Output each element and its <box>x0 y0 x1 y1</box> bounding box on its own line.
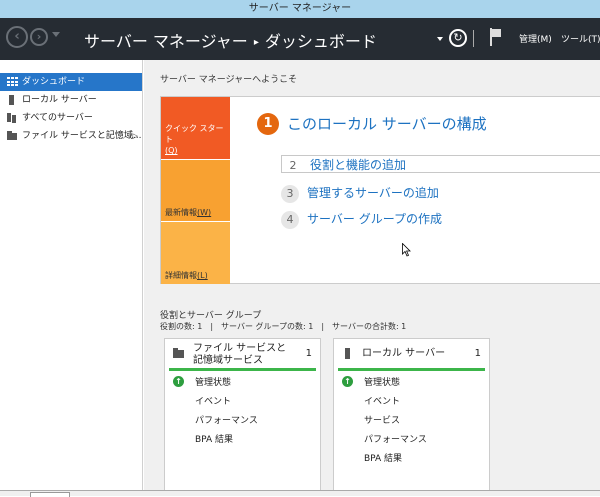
file-storage-icon <box>7 131 18 141</box>
sidebar-item-label: すべてのサーバー <box>22 113 93 123</box>
server-icon <box>342 348 354 359</box>
tile-whats-new-label: 最新情報 <box>165 208 197 217</box>
main-content: サーバー マネージャーへようこそ クイック スタート (Q) 最新情報(W) 詳細… <box>144 60 600 496</box>
forward-arrow-icon[interactable]: › <box>30 28 48 46</box>
tile-whats-new[interactable]: 最新情報(W) <box>161 160 230 221</box>
roles-summary: 役割の数: 1 | サーバー グループの数: 1 | サーバーの合計数: 1 <box>160 322 407 331</box>
card-row-events[interactable]: イベント <box>195 394 231 407</box>
history-dropdown-icon[interactable] <box>52 32 60 37</box>
sidebar-item-file-storage[interactable]: ファイル サービスと記憶域... ▷ <box>0 127 142 145</box>
breadcrumb-separator: ▸ <box>253 37 259 48</box>
step-number: 4 <box>281 211 299 229</box>
tile-learn-more-key: (L) <box>197 271 208 280</box>
step-label: 管理するサーバーの追加 <box>307 186 439 200</box>
tile-quick-start-key: (Q) <box>165 146 178 155</box>
step-number: 3 <box>281 185 299 203</box>
welcome-panel: クイック スタート (Q) 最新情報(W) 詳細情報(L) 1 このローカル サー… <box>160 96 600 284</box>
step-label: 役割と機能の追加 <box>310 158 407 172</box>
sidebar: ダッシュボード ローカル サーバー すべてのサーバー ファイル サービスと記憶域… <box>0 60 143 496</box>
step-label: サーバー グループの作成 <box>307 212 442 226</box>
all-servers-icon <box>7 113 18 123</box>
card-row-bpa[interactable]: BPA 結果 <box>364 451 402 464</box>
welcome-heading: サーバー マネージャーへようこそ <box>160 75 298 85</box>
taskbar-strip <box>0 490 600 497</box>
sidebar-item-label: ダッシュボード <box>22 77 86 87</box>
menu-manage[interactable]: 管理(M) <box>519 32 552 45</box>
expand-arrow-icon[interactable]: ▷ <box>133 127 138 145</box>
card-row-performance[interactable]: パフォーマンス <box>364 432 427 445</box>
add-roles-features-link[interactable]: 2 役割と機能の追加 <box>281 155 600 173</box>
configure-local-server-link[interactable]: このローカル サーバーの構成 <box>287 113 487 135</box>
refresh-icon[interactable]: ↻ <box>449 29 467 47</box>
card-title: ローカル サーバー <box>362 348 446 359</box>
breadcrumb-dropdown-icon[interactable] <box>437 37 443 41</box>
breadcrumb: サーバー マネージャー ▸ ダッシュボード <box>84 28 377 52</box>
sidebar-item-dashboard[interactable]: ダッシュボード <box>0 73 142 91</box>
card-row-manageability[interactable]: 管理状態 <box>364 375 400 388</box>
file-storage-icon <box>173 348 185 359</box>
card-count: 1 <box>305 348 312 359</box>
configure-step-number: 1 <box>257 113 279 135</box>
breadcrumb-root[interactable]: サーバー マネージャー <box>84 32 248 51</box>
roles-section-title: 役割とサーバー グループ <box>160 311 262 321</box>
server-icon <box>9 95 14 105</box>
card-row-bpa[interactable]: BPA 結果 <box>195 432 233 445</box>
sidebar-item-label: ファイル サービスと記憶域... <box>22 131 142 141</box>
status-bar <box>169 368 316 371</box>
menu-tools[interactable]: ツール(T) <box>561 32 600 45</box>
card-header[interactable]: ローカル サーバー 1 <box>334 339 489 369</box>
create-server-group-link[interactable]: 4 サーバー グループの作成 <box>281 210 442 229</box>
add-servers-link[interactable]: 3 管理するサーバーの追加 <box>281 184 439 203</box>
card-row-events[interactable]: イベント <box>364 394 400 407</box>
status-ok-icon: ↑ <box>342 376 353 387</box>
role-card-file-storage[interactable]: ファイル サービスと記憶域サービス 1 ↑ 管理状態 イベント パフォーマンス … <box>164 338 321 496</box>
card-row-services[interactable]: サービス <box>364 413 400 426</box>
card-row-performance[interactable]: パフォーマンス <box>195 413 258 426</box>
back-arrow-icon[interactable]: ‹ <box>6 26 28 48</box>
tile-whats-new-key: (W) <box>197 208 212 217</box>
tile-learn-more[interactable]: 詳細情報(L) <box>161 222 230 284</box>
window-title: サーバー マネージャー <box>0 0 600 18</box>
card-count: 1 <box>474 348 481 359</box>
card-row-manageability[interactable]: 管理状態 <box>195 375 231 388</box>
sidebar-item-local-server[interactable]: ローカル サーバー <box>0 91 142 109</box>
tile-quick-start-label: クイック スタート <box>165 124 224 144</box>
taskbar-tab[interactable] <box>30 492 70 497</box>
tile-learn-more-label: 詳細情報 <box>165 271 197 280</box>
header-bar: ‹ › サーバー マネージャー ▸ ダッシュボード ↻ 管理(M) ツール(T) <box>0 18 600 60</box>
card-title: ファイル サービスと記憶域サービス <box>193 343 287 366</box>
breadcrumb-page: ダッシュボード <box>264 32 377 51</box>
header-divider <box>473 30 474 47</box>
role-card-local-server[interactable]: ローカル サーバー 1 ↑ 管理状態 イベント サービス パフォーマンス BPA… <box>333 338 490 496</box>
dashboard-icon <box>7 77 18 87</box>
tile-quick-start[interactable]: クイック スタート (Q) <box>161 97 230 159</box>
sidebar-item-all-servers[interactable]: すべてのサーバー <box>0 109 142 127</box>
status-bar <box>338 368 485 371</box>
step-number: 2 <box>289 159 297 172</box>
card-header[interactable]: ファイル サービスと記憶域サービス 1 <box>165 339 320 369</box>
flag-icon[interactable] <box>490 28 502 46</box>
sidebar-item-label: ローカル サーバー <box>22 95 97 105</box>
status-ok-icon: ↑ <box>173 376 184 387</box>
